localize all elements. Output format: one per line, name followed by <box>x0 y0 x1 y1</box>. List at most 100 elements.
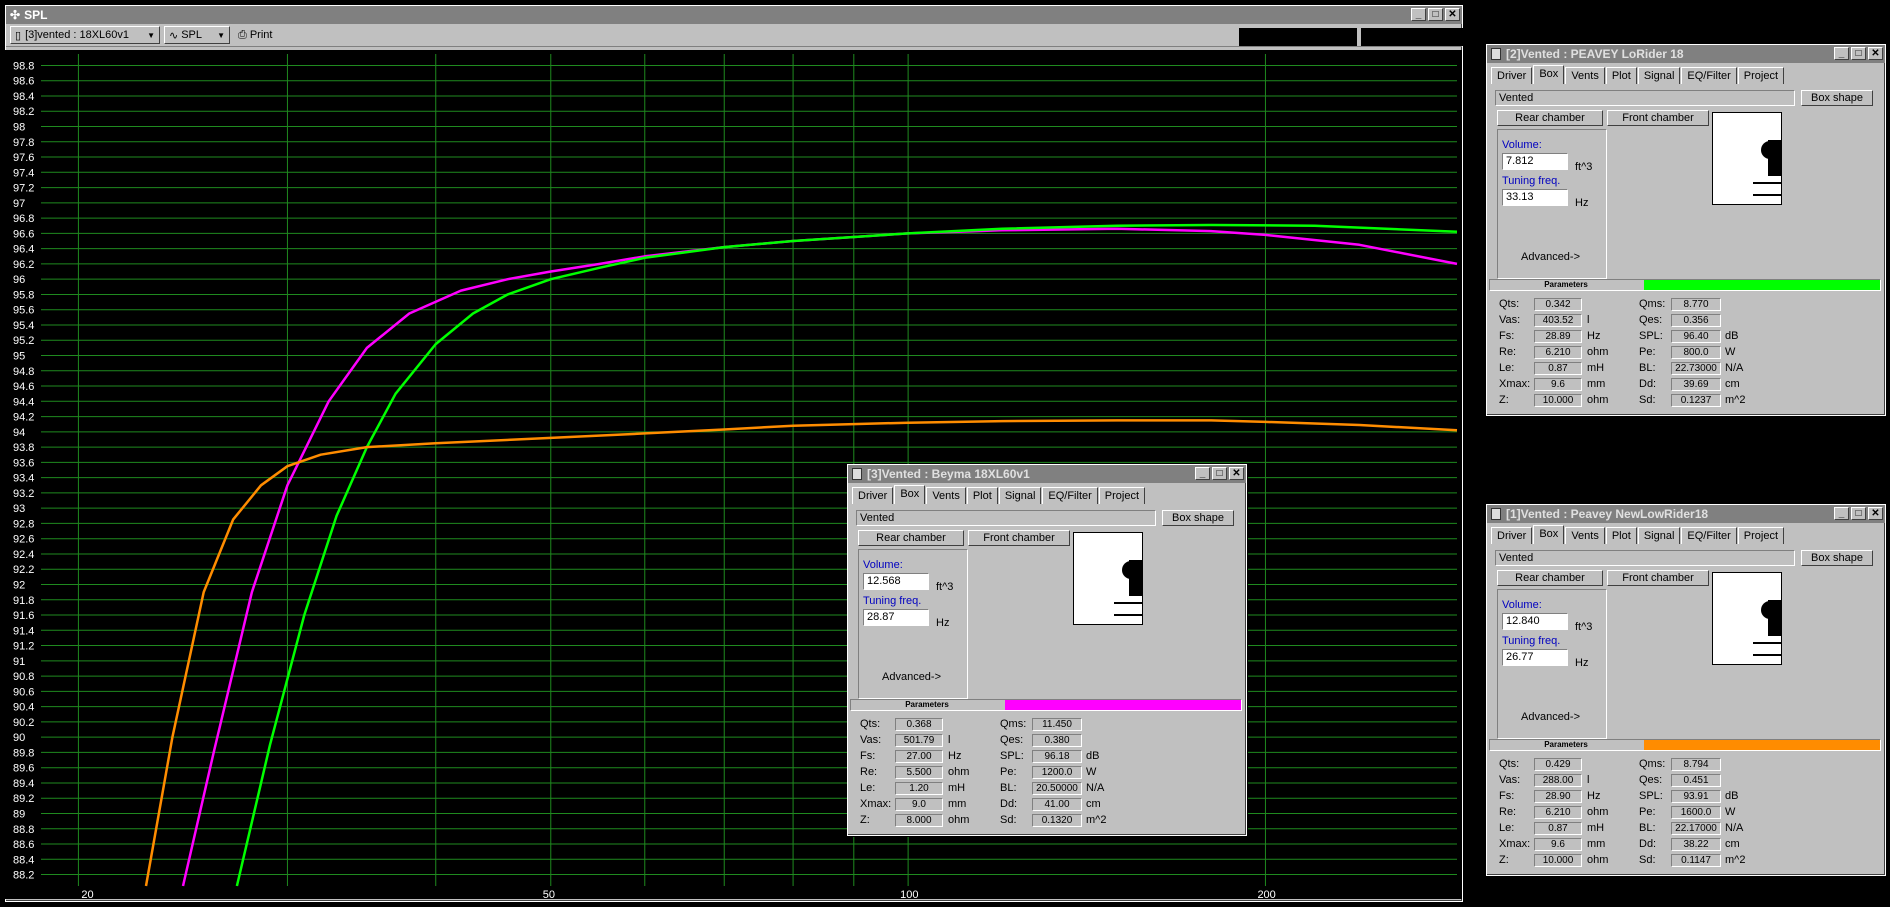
tab-plot[interactable]: Plot <box>966 487 998 504</box>
y-tick-label: 96.6 <box>13 228 34 240</box>
param-name: Qes: <box>1639 774 1663 786</box>
y-tick-label: 90.2 <box>13 717 34 729</box>
y-tick-label: 97.4 <box>13 167 34 179</box>
tab-project[interactable]: Project <box>1737 67 1785 84</box>
tab-vents[interactable]: Vents <box>926 487 966 504</box>
maximize-button[interactable]: □ <box>1212 467 1227 480</box>
param-name: Qms: <box>1000 718 1027 730</box>
document-icon <box>1491 508 1501 520</box>
front-chamber-button[interactable]: Front chamber <box>968 530 1070 546</box>
series-color-swatch <box>1644 740 1880 750</box>
tab-vents[interactable]: Vents <box>1565 67 1605 84</box>
box-shape-button[interactable]: Box shape <box>1801 550 1873 566</box>
front-chamber-button[interactable]: Front chamber <box>1607 570 1709 586</box>
y-tick-label: 91.6 <box>13 610 34 622</box>
y-tick-label: 95 <box>13 351 25 363</box>
driver-titlebar[interactable]: [3]Vented : Beyma 18XL60v1 _ □ ✕ <box>848 465 1246 483</box>
tab-eqfilter[interactable]: EQ/Filter <box>1042 487 1098 504</box>
volume-input[interactable]: 7.812 <box>1502 153 1568 170</box>
param-value: 288.00 <box>1534 774 1582 787</box>
param-name: SPL: <box>1639 330 1663 342</box>
close-button[interactable]: ✕ <box>1868 507 1883 520</box>
tuning-freq-input[interactable]: 33.13 <box>1502 189 1568 206</box>
y-tick-label: 92.8 <box>13 518 34 530</box>
y-tick-label: 88.8 <box>13 824 34 836</box>
tab-project[interactable]: Project <box>1098 487 1146 504</box>
param-unit: cm <box>1725 378 1740 390</box>
box-shape-button[interactable]: Box shape <box>1801 90 1873 106</box>
mode-dropdown[interactable]: ∿ SPL ▼ <box>164 26 230 44</box>
param-unit: mm <box>948 798 967 810</box>
spl-titlebar[interactable]: ✣ SPL _ □ ✕ <box>6 6 1462 24</box>
tab-driver[interactable]: Driver <box>1491 527 1533 544</box>
param-name: Pe: <box>1000 766 1017 778</box>
volume-input[interactable]: 12.568 <box>863 573 929 590</box>
tab-plot[interactable]: Plot <box>1605 527 1637 544</box>
advanced-button[interactable]: Advanced-> <box>882 671 941 683</box>
close-button[interactable]: ✕ <box>1868 47 1883 60</box>
tuning-freq-unit: Hz <box>1575 197 1589 209</box>
tab-driver[interactable]: Driver <box>852 487 894 504</box>
tuning-freq-input[interactable]: 28.87 <box>863 609 929 626</box>
rear-chamber-button[interactable]: Rear chamber <box>1497 110 1603 126</box>
tab-signal[interactable]: Signal <box>1637 67 1681 84</box>
tab-eqfilter[interactable]: EQ/Filter <box>1681 527 1737 544</box>
maximize-button[interactable]: □ <box>1851 47 1866 60</box>
rear-chamber-button[interactable]: Rear chamber <box>1497 570 1603 586</box>
series-color-swatch <box>1005 700 1241 710</box>
mode-dropdown-value: SPL <box>181 29 203 41</box>
param-unit: m^2 <box>1725 394 1746 406</box>
tab-box[interactable]: Box <box>894 485 926 504</box>
y-tick-label: 93 <box>13 503 25 515</box>
param-name: Dd: <box>1639 838 1657 850</box>
tab-box[interactable]: Box <box>1533 65 1565 84</box>
param-unit: l <box>1587 774 1590 786</box>
tab-driver[interactable]: Driver <box>1491 67 1533 84</box>
close-button[interactable]: ✕ <box>1445 8 1460 21</box>
maximize-button[interactable]: □ <box>1428 8 1443 21</box>
param-name: Sd: <box>1639 394 1656 406</box>
tuning-freq-input[interactable]: 26.77 <box>1502 649 1568 666</box>
close-button[interactable]: ✕ <box>1229 467 1244 480</box>
tab-box[interactable]: Box <box>1533 525 1565 544</box>
y-tick-label: 94.2 <box>13 412 34 424</box>
tuning-freq-label: Tuning freq. <box>1502 635 1561 647</box>
tab-vents[interactable]: Vents <box>1565 527 1605 544</box>
driver-titlebar[interactable]: [1]Vented : Peavey NewLowRider18 _ □ ✕ <box>1487 505 1885 523</box>
rear-chamber-button[interactable]: Rear chamber <box>858 530 964 546</box>
y-tick-label: 91.8 <box>13 595 34 607</box>
param-value: 9.6 <box>1534 838 1582 851</box>
box-type-field[interactable]: Vented <box>856 510 1156 526</box>
tab-signal[interactable]: Signal <box>998 487 1042 504</box>
tab-plot[interactable]: Plot <box>1605 67 1637 84</box>
box-type-field[interactable]: Vented <box>1495 90 1795 106</box>
minimize-button[interactable]: _ <box>1195 467 1210 480</box>
tab-signal[interactable]: Signal <box>1637 527 1681 544</box>
waveform-icon: ∿ <box>169 29 179 42</box>
volume-input[interactable]: 12.840 <box>1502 613 1568 630</box>
print-button[interactable]: ⎙ Print <box>234 26 284 44</box>
tab-project[interactable]: Project <box>1737 527 1785 544</box>
param-name: Qts: <box>860 718 881 730</box>
maximize-button[interactable]: □ <box>1851 507 1866 520</box>
param-value: 96.18 <box>1032 750 1082 763</box>
advanced-button[interactable]: Advanced-> <box>1521 251 1580 263</box>
spl-window-icon: ✣ <box>10 8 21 22</box>
project-dropdown[interactable]: ▯ [3]vented : 18XL60v1 ▼ <box>10 26 160 44</box>
box-type-field[interactable]: Vented <box>1495 550 1795 566</box>
advanced-button[interactable]: Advanced-> <box>1521 711 1580 723</box>
driver-titlebar[interactable]: [2]Vented : PEAVEY LoRider 18 _ □ ✕ <box>1487 45 1885 63</box>
minimize-button[interactable]: _ <box>1411 8 1426 21</box>
param-value: 0.1147 <box>1671 854 1721 867</box>
param-unit: ohm <box>948 814 970 826</box>
series-color-swatch <box>1644 280 1880 290</box>
x-tick-label: 200 <box>1257 889 1275 899</box>
param-unit: W <box>1725 346 1736 358</box>
param-unit: m^2 <box>1725 854 1746 866</box>
box-shape-button[interactable]: Box shape <box>1162 510 1234 526</box>
y-tick-label: 95.2 <box>13 335 34 347</box>
minimize-button[interactable]: _ <box>1834 47 1849 60</box>
front-chamber-button[interactable]: Front chamber <box>1607 110 1709 126</box>
tab-eqfilter[interactable]: EQ/Filter <box>1681 67 1737 84</box>
minimize-button[interactable]: _ <box>1834 507 1849 520</box>
